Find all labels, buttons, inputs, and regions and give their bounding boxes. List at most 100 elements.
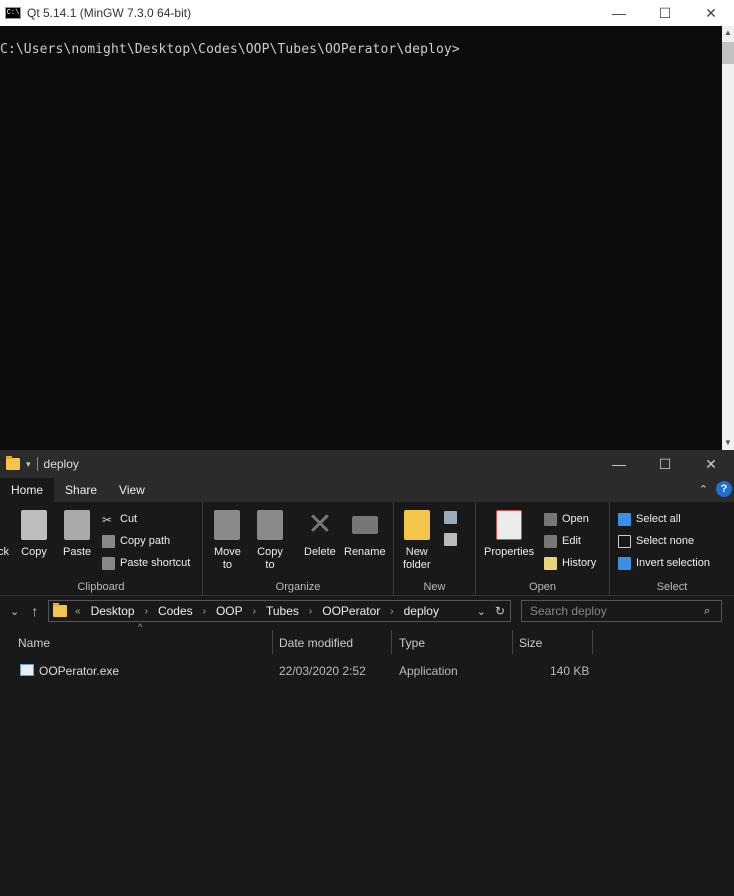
tab-share[interactable]: Share [54, 478, 108, 502]
column-divider[interactable] [391, 630, 392, 654]
copy-to-label: Copy [257, 546, 283, 558]
breadcrumb-codes[interactable]: Codes [158, 604, 193, 618]
console-maximize-button[interactable]: ☐ [642, 0, 688, 26]
copy-button[interactable]: Copy [21, 510, 47, 559]
new-folder-label: New [405, 546, 428, 558]
explorer-title-bar[interactable]: ▾ deploy — ☐ ✕ [0, 450, 734, 478]
console-close-button[interactable]: ✕ [688, 0, 734, 26]
scroll-thumb[interactable] [722, 42, 734, 64]
new-item-icon [444, 510, 457, 524]
invert-selection-label: Invert selection [636, 557, 710, 569]
console-scrollbar[interactable]: ▲ ▼ [722, 26, 734, 450]
clipboard-group-label: Clipboard [77, 581, 125, 593]
rename-button[interactable]: Rename [344, 510, 386, 559]
history-button[interactable]: History [544, 554, 596, 572]
explorer-maximize-button[interactable]: ☐ [642, 450, 688, 478]
address-bar[interactable]: « Desktop › Codes › OOP › Tubes › OOPera… [48, 600, 511, 622]
console-window-title: Qt 5.14.1 (MinGW 7.3.0 64-bit) [27, 6, 192, 20]
group-open: Properties Open Edit History Open [476, 502, 610, 596]
new-group-label: New [423, 581, 446, 593]
file-row[interactable]: OOPerator.exe 22/03/2020 2:52 Applicatio… [0, 660, 734, 682]
open-button[interactable]: Open [544, 510, 589, 528]
cut-button[interactable]: ✂ Cut [102, 510, 137, 528]
column-type[interactable]: Type [399, 636, 425, 650]
copy-path-icon [102, 534, 115, 548]
scroll-up-arrow-icon[interactable]: ▲ [722, 26, 734, 40]
console-title-bar[interactable]: C:\ Qt 5.14.1 (MinGW 7.3.0 64-bit) — ☐ ✕ [0, 0, 734, 26]
file-list-header: ^ Name Date modified Type Size [0, 622, 734, 656]
explorer-window-title: deploy [43, 457, 79, 471]
invert-selection-button[interactable]: Invert selection [618, 554, 710, 572]
column-size[interactable]: Size [519, 636, 542, 650]
breadcrumb-ooperator[interactable]: OOPerator [322, 604, 380, 618]
paste-label: Paste [63, 546, 92, 558]
address-dropdown-icon[interactable]: ⌄ [477, 605, 486, 618]
paste-shortcut-label: Paste shortcut [120, 557, 191, 569]
file-name: OOPerator.exe [39, 664, 120, 678]
column-divider[interactable] [592, 630, 593, 654]
console-output[interactable]: C:\Users\nomight\Desktop\Codes\OOP\Tubes… [0, 26, 722, 450]
tab-view[interactable]: View [108, 478, 156, 502]
explorer-minimize-button[interactable]: — [596, 450, 642, 478]
select-none-button[interactable]: Select none [618, 532, 694, 550]
address-row: ⌄ ↑ « Desktop › Codes › OOP › Tubes › OO… [0, 596, 734, 626]
breadcrumb-sep-icon[interactable]: › [253, 606, 256, 617]
explorer-close-button[interactable]: ✕ [688, 450, 734, 478]
breadcrumb-sep-icon[interactable]: › [145, 606, 148, 617]
scissors-icon: ✂ [102, 512, 113, 527]
scroll-down-arrow-icon[interactable]: ▼ [722, 436, 734, 450]
copy-path-button[interactable]: Copy path [102, 532, 170, 550]
overflow-chevron-icon[interactable]: « [75, 606, 81, 617]
paste-shortcut-icon [102, 556, 115, 570]
copy-to-label-2: to [265, 559, 275, 571]
recent-locations-icon[interactable]: ⌄ [10, 605, 19, 618]
pin-quick-access-button[interactable]: ck [0, 546, 9, 559]
open-icon [544, 512, 557, 526]
copy-icon [21, 510, 47, 540]
up-arrow-icon[interactable]: ↑ [31, 603, 38, 619]
column-date-modified[interactable]: Date modified [279, 636, 353, 650]
search-input[interactable]: Search deploy [521, 600, 722, 622]
tab-home[interactable]: Home [0, 478, 55, 502]
rename-icon [351, 516, 378, 534]
new-folder-label-2: folder [403, 559, 431, 571]
quick-access-dropdown-icon[interactable]: ▾ [26, 459, 31, 470]
properties-button[interactable]: Properties [484, 510, 534, 559]
paste-button[interactable]: Paste [63, 510, 91, 559]
breadcrumb-sep-icon[interactable]: › [309, 606, 312, 617]
history-icon [544, 556, 557, 570]
breadcrumb-deploy[interactable]: deploy [404, 604, 439, 618]
ribbon: ck Copy Paste ✂ Cut Copy path Paste short… [0, 502, 734, 596]
new-folder-button[interactable]: New folder [403, 510, 431, 572]
easy-access-button[interactable] [444, 530, 462, 548]
delete-button[interactable]: ✕ Delete [304, 510, 336, 559]
column-divider[interactable] [512, 630, 513, 654]
breadcrumb-sep-icon[interactable]: › [390, 606, 393, 617]
file-date: 22/03/2020 2:52 [279, 664, 366, 678]
copy-path-label: Copy path [120, 535, 171, 547]
paste-shortcut-button[interactable]: Paste shortcut [102, 554, 190, 572]
breadcrumb-tubes[interactable]: Tubes [266, 604, 299, 618]
breadcrumb-sep-icon[interactable]: › [203, 606, 206, 617]
column-name[interactable]: Name [18, 636, 50, 650]
delete-label: Delete [304, 546, 336, 558]
open-label: Open [562, 513, 589, 525]
move-to-button[interactable]: Move to [214, 510, 241, 572]
column-divider[interactable] [272, 630, 273, 654]
edit-label: Edit [562, 535, 581, 547]
edit-button[interactable]: Edit [544, 532, 581, 550]
history-label: History [562, 557, 597, 569]
breadcrumb-desktop[interactable]: Desktop [91, 604, 135, 618]
breadcrumb-oop[interactable]: OOP [216, 604, 243, 618]
new-item-button[interactable] [444, 508, 462, 526]
folder-icon [6, 456, 20, 470]
collapse-ribbon-icon[interactable]: ⌃ [699, 483, 708, 496]
console-prompt: C:\Users\nomight\Desktop\Codes\OOP\Tubes… [0, 42, 460, 57]
copy-to-button[interactable]: Copy to [257, 510, 283, 572]
help-icon[interactable]: ? [716, 481, 732, 497]
edit-icon [544, 534, 557, 548]
console-minimize-button[interactable]: — [596, 0, 642, 26]
search-icon[interactable]: ⌕ [704, 605, 710, 618]
refresh-icon[interactable]: ↻ [495, 604, 505, 618]
select-all-button[interactable]: Select all [618, 510, 681, 528]
